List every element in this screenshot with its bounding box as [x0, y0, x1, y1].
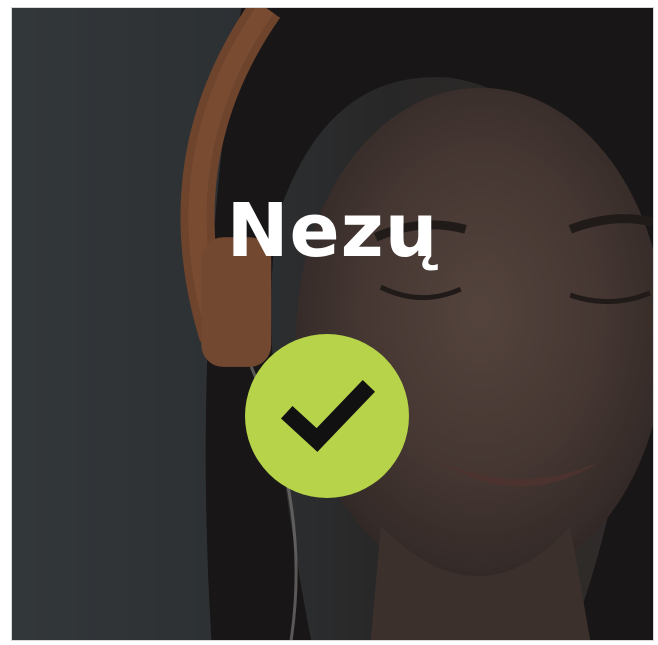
check-badge	[245, 334, 409, 498]
dark-overlay	[12, 8, 653, 640]
card-title: Nezų	[226, 188, 439, 274]
result-card: Nezų	[11, 7, 654, 641]
check-icon	[280, 379, 375, 452]
